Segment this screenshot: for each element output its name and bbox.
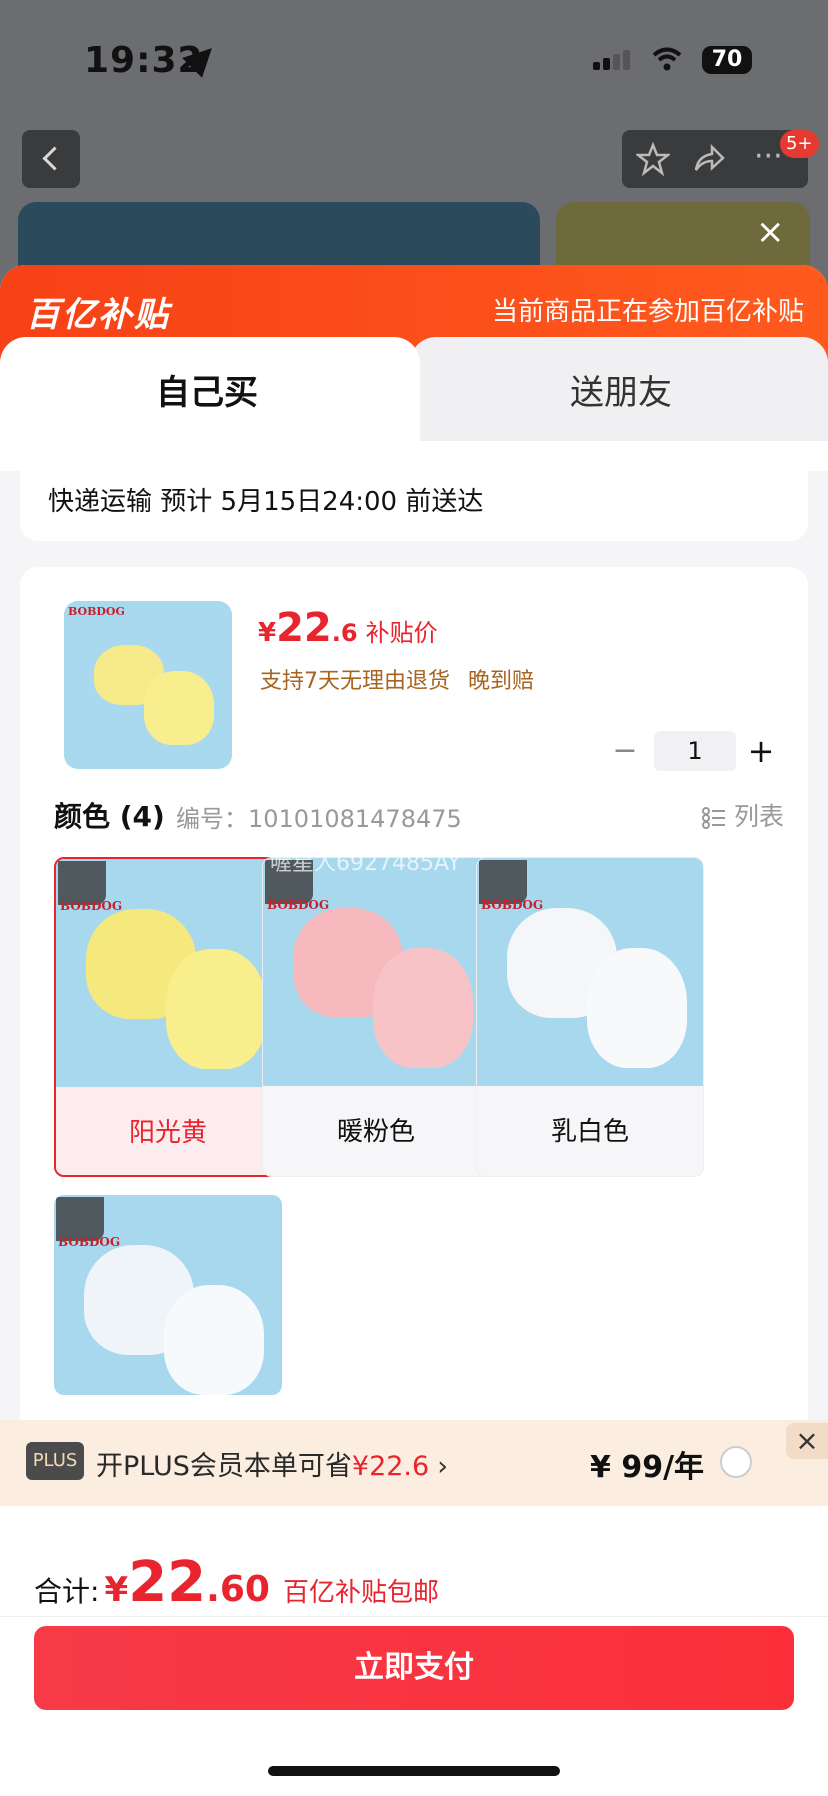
close-icon[interactable]: × [756, 215, 785, 249]
subsidy-note: 当前商品正在参加百亿补贴 [491, 297, 804, 327]
service-perks: 支持7天无理由退货 晚到赔 [260, 663, 552, 695]
subsidy-logo: 百亿补贴 [26, 295, 170, 335]
tab-gift-friend[interactable]: 送朋友 [410, 337, 828, 441]
shoe-shape [164, 1285, 264, 1395]
cellular-signal-icon [593, 50, 633, 70]
color-option-pink[interactable]: BOBDOG 暖粉色 [262, 857, 490, 1177]
subsidy-price: ¥22.6 补贴价 [258, 605, 438, 651]
currency-symbol: ¥ [104, 1570, 129, 1610]
star-icon[interactable] [636, 142, 670, 176]
plus-select-radio[interactable] [720, 1446, 752, 1478]
product-thumbnail[interactable]: BOBDOG [64, 601, 232, 769]
color-option-image: BOBDOG [56, 859, 280, 1087]
price-decimal: .6 [331, 619, 358, 647]
color-option-image: BOBDOG [477, 858, 703, 1086]
total-decimal: .60 [206, 1569, 270, 1610]
color-option-yellow[interactable]: BOBDOG 阳光黄 [54, 857, 282, 1177]
plus-close-button[interactable]: × [786, 1423, 828, 1459]
quantity-input[interactable]: 1 [654, 731, 736, 771]
brand-label: BOBDOG [481, 898, 544, 912]
color-option-blue-white[interactable]: BOBDOG [54, 1195, 282, 1395]
footer-divider [0, 1616, 828, 1617]
increase-button[interactable]: + [746, 731, 776, 771]
tab-buy-self[interactable]: 自己买 [0, 337, 420, 441]
shoe-shape [144, 671, 214, 745]
shoe-shape [166, 949, 266, 1069]
currency-symbol: ¥ [258, 618, 277, 648]
chevron-right-icon: › [437, 1451, 448, 1482]
tab-label: 送朋友 [570, 373, 672, 413]
sku-number: 编号：10101081478475 [176, 805, 462, 833]
total-label: 合计: [34, 1575, 100, 1608]
color-header: 颜色 (4) 编号：10101081478475 列表 [54, 795, 784, 835]
shipping-note: 百亿补贴包邮 [283, 1578, 440, 1608]
tab-label: 自己买 [156, 373, 258, 413]
plus-saving-amount: ¥22.6 [351, 1451, 430, 1482]
shoe-shape [373, 948, 473, 1068]
decrease-button[interactable]: − [612, 731, 638, 771]
list-icon [701, 807, 725, 829]
color-option-image: BOBDOG [263, 858, 489, 1086]
price-integer: 22 [276, 605, 332, 651]
color-option-label: 乳白色 [477, 1086, 703, 1176]
brand-label: BOBDOG [68, 605, 125, 618]
back-button[interactable] [22, 130, 80, 188]
color-option-label: 阳光黄 [56, 1087, 280, 1175]
home-indicator [268, 1766, 560, 1776]
checkout-footer: 合计: ¥22.60 百亿补贴包邮 立即支付 [0, 1506, 828, 1796]
perk-late: 晚到赔 [468, 669, 535, 694]
plus-price: ¥ 99/年 [590, 1450, 705, 1485]
list-label: 列表 [733, 802, 784, 831]
status-bar: 19:32 70 [0, 0, 828, 120]
color-option-label: 暖粉色 [263, 1086, 489, 1176]
watermark-text: 喔星人6927485AY [270, 851, 461, 876]
plus-promo-label: 开PLUS会员本单可省 [96, 1451, 352, 1482]
plus-badge: PLUS [26, 1442, 84, 1480]
plus-promo-bar[interactable]: PLUS 开PLUS会员本单可省¥22.6 › ¥ 99/年 [0, 1420, 828, 1506]
order-total: 合计: ¥22.60 百亿补贴包邮 [34, 1550, 439, 1615]
price-label: 补贴价 [365, 619, 438, 647]
pay-now-button[interactable]: 立即支付 [34, 1626, 794, 1710]
delivery-text: 快递运输 预计 5月15日24:00 前送达 [48, 487, 484, 517]
purchase-sheet: 百亿补贴 当前商品正在参加百亿补贴 送朋友 自己买 快递运输 预计 5月15日2… [0, 265, 828, 1796]
share-icon[interactable] [692, 142, 726, 176]
more-icon[interactable]: ··· [754, 142, 783, 172]
perk-return: 支持7天无理由退货 [260, 669, 450, 694]
color-title: 颜色 (4) [54, 800, 165, 833]
delivery-info: 快递运输 预计 5月15日24:00 前送达 [20, 461, 808, 541]
total-integer: 22 [128, 1550, 207, 1615]
purchase-tabs: 送朋友 自己买 [0, 337, 828, 441]
battery-indicator: 70 [702, 46, 752, 74]
color-option-white[interactable]: BOBDOG 乳白色 [476, 857, 704, 1177]
message-badge: 5+ [780, 130, 819, 158]
wifi-icon [652, 47, 682, 71]
list-view-button[interactable]: 列表 [701, 797, 784, 833]
brand-label: BOBDOG [58, 1235, 121, 1249]
color-option-image: BOBDOG [54, 1195, 282, 1395]
plus-promo-text: 开PLUS会员本单可省¥22.6 › [96, 1444, 448, 1483]
shoe-shape [587, 948, 687, 1068]
brand-label: BOBDOG [267, 898, 330, 912]
brand-label: BOBDOG [60, 899, 123, 913]
